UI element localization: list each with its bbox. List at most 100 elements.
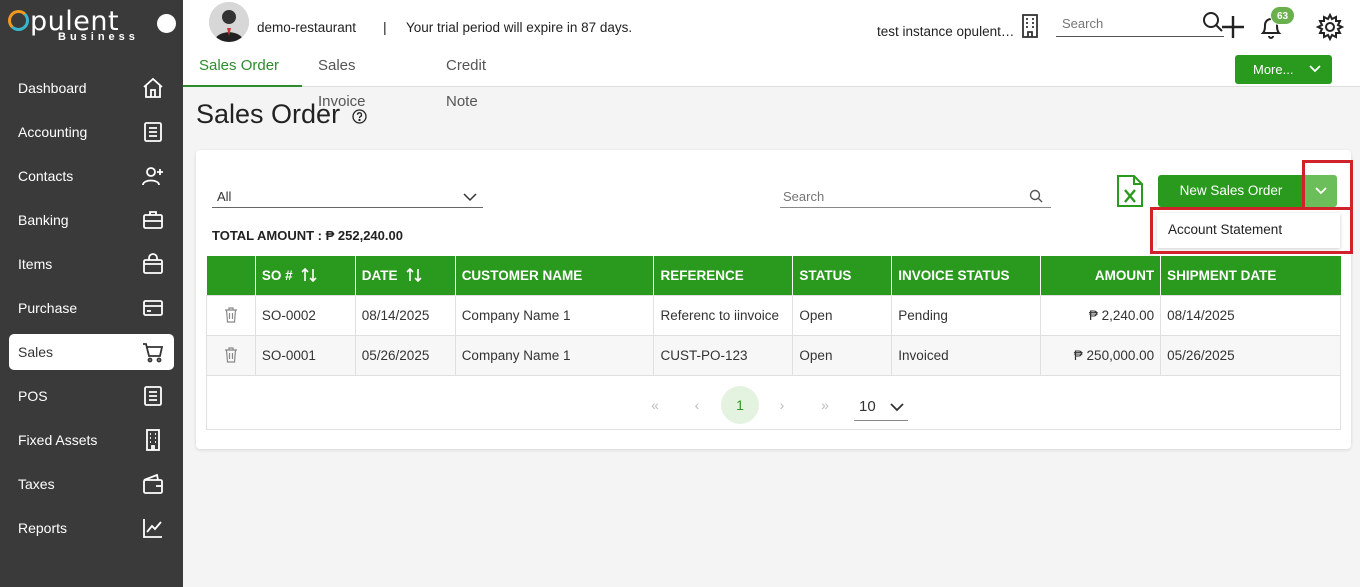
more-button[interactable]: More... [1235, 55, 1332, 84]
sidebar-item-contacts[interactable]: Contacts [0, 154, 183, 198]
sidebar-item-pos[interactable]: POS [0, 374, 183, 418]
cell-so[interactable]: SO-0001 [254, 334, 356, 376]
org-name[interactable]: demo-restaurant [257, 20, 356, 35]
sidebar-item-items[interactable]: Items [0, 242, 183, 286]
sidebar-item-label: Fixed Assets [18, 432, 98, 448]
sidebar-item-label: Accounting [18, 124, 88, 140]
new-options-dropdown: Account Statement [1157, 213, 1340, 248]
instance-name[interactable]: test instance opulent business [877, 24, 1017, 39]
prev-page-button[interactable]: ‹ [678, 386, 716, 424]
sidebar-item-reports[interactable]: Reports [0, 506, 183, 550]
sales-order-table: SO # DATE CUSTOMER NAME REFERENCE STATUS… [206, 256, 1341, 376]
last-page-button[interactable]: » [806, 386, 844, 424]
sidebar-item-banking[interactable]: Banking [0, 198, 183, 242]
sidebar-item-label: Banking [18, 212, 69, 228]
add-icon[interactable] [1220, 14, 1246, 40]
page-size-select[interactable]: 10 [854, 393, 908, 421]
user-avatar-icon [209, 2, 249, 42]
sidebar-item-taxes[interactable]: Taxes [0, 462, 183, 506]
sidebar-item-label: Dashboard [18, 80, 87, 96]
table-row[interactable]: SO-0002 08/14/2025 Company Name 1 Refere… [206, 294, 1341, 336]
more-button-label: More... [1253, 62, 1294, 77]
help-icon[interactable] [352, 109, 367, 124]
header-search[interactable] [1056, 11, 1224, 37]
sidebar-toggle[interactable] [157, 14, 176, 33]
chevron-down-icon [1309, 65, 1321, 73]
table-row[interactable]: SO-0001 05/26/2025 Company Name 1 CUST-P… [206, 334, 1341, 376]
cell-amount: ₱ 250,000.00 [1040, 334, 1162, 376]
page-size-value: 10 [859, 398, 876, 415]
chevron-down-icon [463, 193, 477, 202]
cell-invoice-status: Pending [891, 294, 1042, 336]
trial-notice: Your trial period will expire in 87 days… [406, 20, 633, 35]
avatar[interactable] [209, 2, 249, 42]
ledger-icon [144, 386, 162, 406]
building-icon [146, 429, 160, 451]
column-header-shipment-date: SHIPMENT DATE [1160, 256, 1341, 295]
tab-credit-note[interactable]: Credit Note [446, 48, 486, 110]
header-search-input[interactable] [1056, 11, 1176, 35]
trash-icon[interactable] [224, 307, 238, 323]
row-actions-cell [206, 334, 256, 376]
sidebar-item-accounting[interactable]: Accounting [0, 110, 183, 154]
status-filter-value: All [217, 189, 232, 204]
wallet-icon [143, 473, 163, 494]
column-header-status: STATUS [792, 256, 893, 295]
gear-icon[interactable] [1316, 13, 1344, 41]
top-header: demo-restaurant | Your trial period will… [183, 0, 1360, 110]
sidebar-item-label: Contacts [18, 168, 74, 184]
chevron-down-icon [890, 403, 904, 412]
column-header-date[interactable]: DATE [355, 256, 456, 295]
logo-subtitle: Business [58, 31, 139, 43]
tab-sales-order[interactable]: Sales Order [183, 48, 302, 87]
chevron-down-icon [1315, 187, 1327, 195]
cell-so[interactable]: SO-0002 [254, 294, 356, 336]
account-statement-option[interactable]: Account Statement [1157, 213, 1340, 247]
building-icon[interactable] [1019, 14, 1041, 38]
cell-reference: CUST-PO-123 [653, 334, 794, 376]
sort-icon[interactable] [405, 267, 422, 282]
total-amount: TOTAL AMOUNT : ₱ 252,240.00 [212, 228, 403, 243]
sidebar-item-label: Sales [18, 344, 54, 360]
search-icon[interactable] [1029, 189, 1043, 203]
credit-card-icon [143, 300, 163, 316]
next-page-button[interactable]: › [763, 386, 801, 424]
cell-status: Open [792, 334, 893, 376]
user-plus-icon [142, 167, 163, 186]
sort-icon[interactable] [301, 267, 317, 282]
cell-date: 05/26/2025 [354, 334, 456, 376]
status-filter-select[interactable]: All [212, 185, 483, 208]
ledger-icon [144, 122, 162, 142]
excel-export-icon[interactable] [1116, 174, 1144, 208]
cell-date: 08/14/2025 [354, 294, 456, 336]
column-header-so[interactable]: SO # [255, 256, 356, 295]
notification-badge: 63 [1270, 6, 1295, 25]
cell-customer: Company Name 1 [454, 294, 655, 336]
sidebar-item-purchase[interactable]: Purchase [0, 286, 183, 330]
cell-status: Open [792, 294, 893, 336]
sidebar-item-dashboard[interactable]: Dashboard [0, 66, 183, 110]
column-header-reference: REFERENCE [653, 256, 794, 295]
shopping-bag-icon [143, 253, 163, 274]
sidebar-item-sales[interactable]: Sales [9, 334, 174, 370]
current-page-button[interactable]: 1 [721, 386, 759, 424]
sidebar-item-label: Reports [18, 520, 68, 536]
sidebar-item-label: Taxes [18, 476, 55, 492]
tab-sales-invoice[interactable]: Sales Invoice [318, 48, 366, 110]
cell-shipment-date: 05/26/2025 [1160, 334, 1341, 376]
new-sales-order-button[interactable]: New Sales Order [1158, 175, 1304, 207]
list-search-input[interactable] [780, 185, 1000, 207]
column-header-actions [206, 256, 256, 295]
briefcase-icon [143, 211, 163, 229]
first-page-button[interactable]: « [636, 386, 674, 424]
brand-logo[interactable]: opulentpulent Business [8, 6, 178, 46]
column-header-amount: AMOUNT [1040, 256, 1162, 295]
sidebar-item-label: POS [18, 388, 48, 404]
sidebar-item-fixed-assets[interactable]: Fixed Assets [0, 418, 183, 462]
list-search[interactable] [780, 185, 1051, 208]
cell-amount: ₱ 2,240.00 [1040, 294, 1162, 336]
new-options-toggle[interactable] [1305, 175, 1337, 207]
trash-icon[interactable] [224, 347, 238, 363]
sidebar-item-label: Items [18, 256, 53, 272]
cell-shipment-date: 08/14/2025 [1160, 294, 1341, 336]
